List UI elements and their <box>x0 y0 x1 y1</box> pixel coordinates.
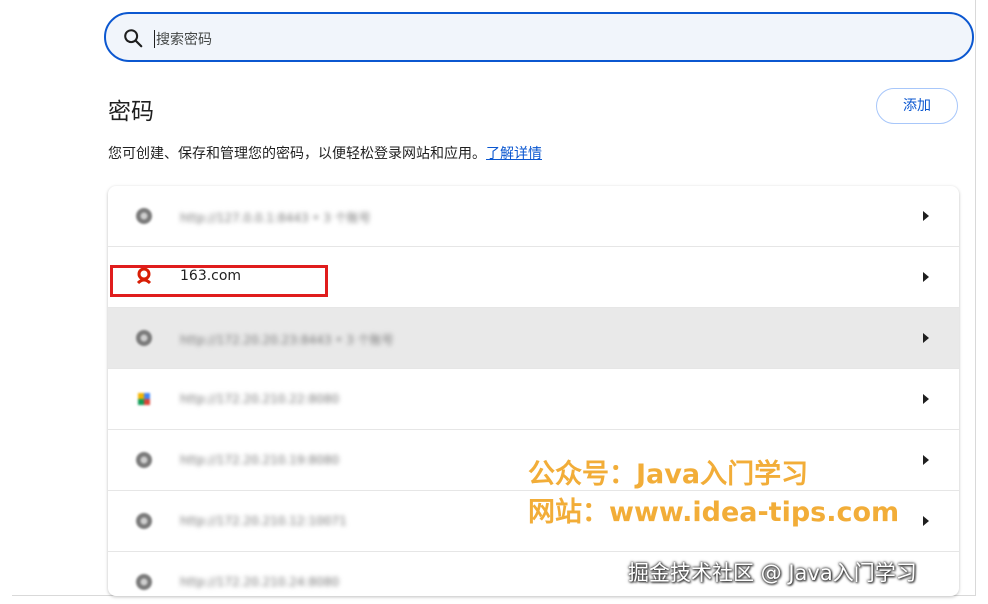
chevron-right-icon <box>923 516 929 526</box>
chevron-right-icon <box>923 333 929 343</box>
site-url: http://172.20.210.19:8080 <box>180 453 340 467</box>
site-url: http://172.20.210.12:10071 <box>180 514 347 528</box>
globe-icon <box>136 574 152 590</box>
site-url: http://172.20.210.24:8080 <box>180 575 340 589</box>
list-item[interactable]: http://172.20.210.22:8080 <box>108 369 959 430</box>
colorful-icon <box>138 393 150 405</box>
description-text: 您可创建、保存和管理您的密码，以便轻松登录网站和应用。 <box>108 146 486 162</box>
learn-more-link[interactable]: 了解详情 <box>486 146 542 162</box>
watermark-line-1: 公众号：Java入门学习 <box>528 459 809 490</box>
page-description: 您可创建、保存和管理您的密码，以便轻松登录网站和应用。了解详情 <box>108 143 542 163</box>
globe-icon <box>136 330 152 346</box>
chevron-right-icon <box>923 272 929 282</box>
globe-icon <box>136 452 152 468</box>
chevron-right-icon <box>923 455 929 465</box>
add-button[interactable]: 添加 <box>876 88 958 124</box>
site-url: http://172.20.210.22:8080 <box>180 392 340 406</box>
highlight-box <box>110 265 328 297</box>
watermark-line-2: 网站：www.idea-tips.com <box>528 497 900 528</box>
chevron-right-icon <box>923 211 929 221</box>
list-item[interactable]: http://127.0.0.1:8443 • 3 个账号 <box>108 186 959 247</box>
search-icon <box>124 29 143 48</box>
text-cursor <box>154 30 155 48</box>
page-title: 密码 <box>108 99 154 125</box>
watermark-line-3: 掘金技术社区 @ Java入门学习 <box>628 561 917 585</box>
globe-icon <box>136 208 152 224</box>
site-url: http://127.0.0.1:8443 • 3 个账号 <box>180 211 371 225</box>
search-placeholder[interactable]: 搜索密码 <box>156 29 212 49</box>
search-bar[interactable]: 搜索密码 <box>104 12 974 62</box>
list-item[interactable]: http://172.20.20.23:8443 • 3 个账号 <box>108 308 959 369</box>
chevron-right-icon <box>923 394 929 404</box>
site-url: http://172.20.20.23:8443 • 3 个账号 <box>180 333 394 347</box>
globe-icon <box>136 513 152 529</box>
password-list: http://127.0.0.1:8443 • 3 个账号 163.com ht… <box>108 186 959 596</box>
